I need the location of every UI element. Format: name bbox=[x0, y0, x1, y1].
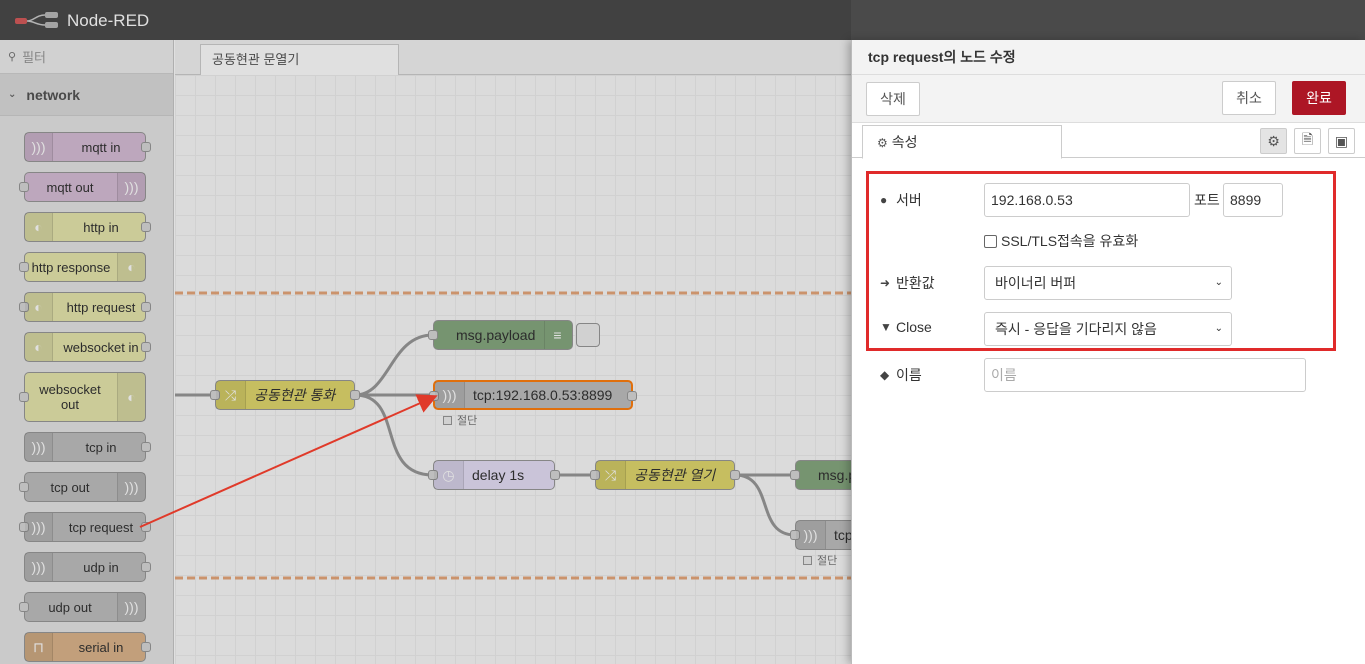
settings-tab-button[interactable]: ⚙ bbox=[1260, 128, 1287, 154]
return-select[interactable]: 바이너리 버퍼 ⌄ bbox=[984, 266, 1232, 300]
cancel-button[interactable]: 취소 bbox=[1222, 81, 1276, 115]
tag-icon: ◆ bbox=[880, 368, 890, 382]
description-tab-button[interactable]: 🗎 bbox=[1294, 128, 1321, 154]
ssl-row: SSL/TLS접속을 유효화 bbox=[984, 231, 1138, 251]
annotation-arrow bbox=[139, 394, 438, 528]
document-icon: 🗎 bbox=[1301, 131, 1314, 147]
frame-icon: ▣ bbox=[1334, 132, 1349, 149]
close-label-row: ▼ Close bbox=[880, 319, 932, 335]
name-label-row: ◆ 이름 bbox=[880, 367, 922, 383]
return-label-row: ➜ 반환값 bbox=[880, 275, 935, 291]
editor-title: tcp request의 노드 수정 bbox=[852, 40, 1365, 75]
server-label-row: ● 서버 bbox=[880, 192, 922, 208]
download-icon: ▼ bbox=[880, 320, 892, 334]
name-input[interactable]: 이름 bbox=[984, 358, 1306, 392]
sign-out-icon: ➜ bbox=[880, 276, 891, 290]
appearance-tab-button[interactable]: ▣ bbox=[1328, 128, 1355, 154]
server-input[interactable]: 192.168.0.53 bbox=[984, 183, 1190, 217]
chevron-down-icon: ⌄ bbox=[1214, 277, 1223, 288]
globe-icon: ● bbox=[880, 193, 888, 207]
editor-tabs: ⚙ 속성 ⚙ 🗎 ▣ bbox=[852, 123, 1365, 159]
chevron-down-icon: ⌄ bbox=[1214, 323, 1223, 334]
editor-tray: tcp request의 노드 수정 삭제 취소 완료 ⚙ 속성 ⚙ 🗎 ▣ ● … bbox=[851, 40, 1365, 664]
port-input[interactable]: 8899 bbox=[1223, 183, 1283, 217]
gear-icon: ⚙ bbox=[1267, 132, 1280, 149]
editor-toolbar: 삭제 취소 완료 bbox=[852, 75, 1365, 123]
close-select[interactable]: 즉시 - 응답을 기다리지 않음 ⌄ bbox=[984, 312, 1232, 346]
ssl-checkbox[interactable] bbox=[984, 234, 997, 248]
port-label: 포트 bbox=[1194, 192, 1220, 208]
gear-icon: ⚙ bbox=[877, 136, 888, 150]
delete-button[interactable]: 삭제 bbox=[866, 82, 920, 116]
tab-properties[interactable]: ⚙ 속성 bbox=[862, 125, 1062, 159]
done-button[interactable]: 완료 bbox=[1292, 81, 1346, 115]
